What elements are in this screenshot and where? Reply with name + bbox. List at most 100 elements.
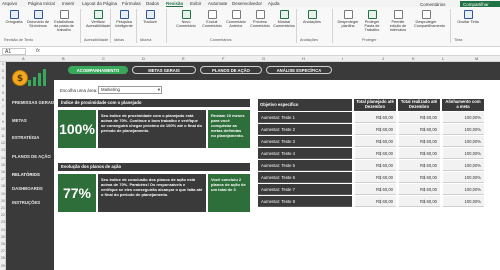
ribbon-button-icon: [145, 10, 155, 19]
column-header[interactable]: D: [142, 56, 145, 61]
ribbon-button[interactable]: Novo Comentário: [174, 9, 198, 28]
ribbon-button-label: Dicionário de Sinônimos: [26, 20, 50, 29]
column-header[interactable]: L: [442, 56, 444, 61]
column-header[interactable]: A: [22, 56, 25, 61]
sidebar-item[interactable]: PREMISSAS GERAIS: [12, 100, 55, 105]
value-cell[interactable]: R$ 60,00: [398, 196, 440, 207]
value-cell[interactable]: R$ 60,00: [398, 172, 440, 183]
menu-item[interactable]: Layout da Página: [82, 1, 117, 6]
value-cell[interactable]: 100,00%: [442, 184, 484, 195]
column-header[interactable]: J: [382, 56, 384, 61]
value-cell[interactable]: 100,00%: [442, 196, 484, 207]
ribbon-button[interactable]: Pesquisa Inteligente: [112, 9, 136, 28]
menu-item[interactable]: Dados: [146, 1, 159, 6]
menu-item[interactable]: Desenvolvedor: [232, 1, 262, 6]
chevron-down-icon[interactable]: ▾: [158, 87, 160, 93]
column-header[interactable]: M: [475, 56, 478, 61]
sidebar-item[interactable]: INSTRUÇÕES: [12, 200, 40, 205]
ribbon-button-label: Mostrar Comentários: [273, 20, 295, 29]
sidebar-item[interactable]: ESTRATÉGIA: [12, 135, 39, 140]
ribbon-button[interactable]: Desproteger planilha: [336, 9, 360, 28]
objective-cell[interactable]: Aumentar: Teste 5: [258, 160, 352, 171]
column-header[interactable]: I: [342, 56, 343, 61]
value-cell[interactable]: R$ 60,00: [354, 124, 396, 135]
ribbon-group-label: Ideias: [114, 38, 125, 42]
menu-item[interactable]: Fórmulas: [122, 1, 141, 6]
value-cell[interactable]: R$ 60,00: [398, 160, 440, 171]
value-cell[interactable]: R$ 60,00: [354, 112, 396, 123]
value-cell[interactable]: R$ 60,00: [398, 148, 440, 159]
ribbon-button[interactable]: Anotações: [300, 9, 324, 24]
ribbon-button-label: Desproteger planilha: [337, 20, 359, 29]
column-header[interactable]: F: [222, 56, 224, 61]
value-cell[interactable]: 100,00%: [442, 136, 484, 147]
ribbon-button-label: Pesquisa Inteligente: [115, 20, 133, 29]
value-cell[interactable]: R$ 60,00: [354, 136, 396, 147]
column-header[interactable]: C: [102, 56, 105, 61]
ribbon-button[interactable]: Verificar Acessibilidade: [86, 9, 110, 28]
area-select[interactable]: Marketing ▾: [98, 86, 162, 94]
column-header[interactable]: G: [262, 56, 265, 61]
value-cell[interactable]: R$ 60,00: [354, 160, 396, 171]
ribbon-button-icon: [307, 10, 317, 19]
ribbon-button-icon: [393, 10, 403, 19]
name-box[interactable]: A1: [2, 48, 26, 55]
value-cell[interactable]: R$ 60,00: [354, 184, 396, 195]
value-cell[interactable]: 100,00%: [442, 112, 484, 123]
value-cell[interactable]: 100,00%: [442, 124, 484, 135]
sidebar-item[interactable]: PLANOS DE AÇÃO: [12, 154, 51, 159]
column-header[interactable]: B: [62, 56, 65, 61]
ribbon-button-icon: [343, 10, 353, 19]
sidebar-item[interactable]: METAS: [12, 118, 27, 123]
objective-cell[interactable]: Aumentar: Teste 6: [258, 172, 352, 183]
column-header[interactable]: K: [412, 56, 415, 61]
nav-tab[interactable]: ACOMPANHAMENTO: [68, 66, 128, 74]
ribbon-button[interactable]: Ocultar Tinta: [456, 9, 480, 24]
objective-cell[interactable]: Aumentar: Teste 8: [258, 196, 352, 207]
proximity-description: Seu índice de proximidade com o planejad…: [98, 110, 206, 148]
ribbon-button[interactable]: Próximo Comentário: [248, 9, 272, 28]
ribbon-button-icon: [207, 10, 217, 19]
value-cell[interactable]: R$ 60,00: [398, 112, 440, 123]
nav-tab[interactable]: METAS GERAIS: [132, 66, 196, 74]
column-header[interactable]: E: [182, 56, 185, 61]
ribbon-button[interactable]: Comentário Anterior: [224, 9, 248, 28]
ribbon-button[interactable]: Mostrar Comentários: [272, 9, 296, 28]
value-cell[interactable]: R$ 60,00: [398, 136, 440, 147]
ribbon-button[interactable]: Desproteger Compartilhamento: [414, 9, 445, 28]
ribbon-button-label: Verificar Acessibilidade: [86, 20, 111, 29]
menu-item[interactable]: Arquivo: [2, 1, 17, 6]
sidebar-item[interactable]: RELATÓRIOS: [6, 170, 54, 179]
ribbon-button[interactable]: Estatísticas da pasta de trabalho: [52, 9, 76, 33]
ribbon-button[interactable]: Dicionário de Sinônimos: [26, 9, 50, 28]
menu-item[interactable]: Inserir: [62, 1, 75, 6]
ribbon-button[interactable]: Permitir edição de intervalos: [386, 9, 410, 33]
objective-cell[interactable]: Aumentar: Teste 1: [258, 112, 352, 123]
value-cell[interactable]: R$ 60,00: [354, 172, 396, 183]
ribbon-button[interactable]: Traduzir: [138, 9, 162, 24]
sidebar-item[interactable]: DASHBOARDS: [12, 186, 43, 191]
ribbon-button[interactable]: Excluir Comentário: [200, 9, 224, 28]
menu-item[interactable]: Ajuda: [268, 1, 280, 6]
value-cell[interactable]: R$ 60,00: [398, 184, 440, 195]
value-cell[interactable]: 100,00%: [442, 148, 484, 159]
table-header: Alinhamento com a meta: [442, 99, 484, 111]
value-cell[interactable]: R$ 60,00: [398, 124, 440, 135]
menu-item[interactable]: Exibir: [190, 1, 201, 6]
nav-tab[interactable]: PLANOS DE AÇÃO: [200, 66, 262, 74]
value-cell[interactable]: R$ 60,00: [354, 196, 396, 207]
value-cell[interactable]: 100,00%: [442, 160, 484, 171]
ribbon-group-label: Anotações: [300, 38, 318, 42]
objective-cell[interactable]: Aumentar: Teste 4: [258, 148, 352, 159]
nav-tab[interactable]: ANÁLISE ESPECÍFICA: [266, 66, 332, 74]
value-cell[interactable]: 100,00%: [442, 172, 484, 183]
objective-cell[interactable]: Aumentar: Teste 3: [258, 136, 352, 147]
column-header[interactable]: H: [302, 56, 305, 61]
ribbon-button[interactable]: Ortografia: [2, 9, 26, 24]
ribbon-button[interactable]: Proteger Pasta de Trabalho: [360, 9, 384, 33]
value-cell[interactable]: R$ 60,00: [354, 148, 396, 159]
menu-item[interactable]: Página Inicial: [28, 1, 55, 6]
menu-item[interactable]: Automate: [208, 1, 227, 6]
objective-cell[interactable]: Aumentar: Teste 2: [258, 124, 352, 135]
objective-cell[interactable]: Aumentar: Teste 7: [258, 184, 352, 195]
